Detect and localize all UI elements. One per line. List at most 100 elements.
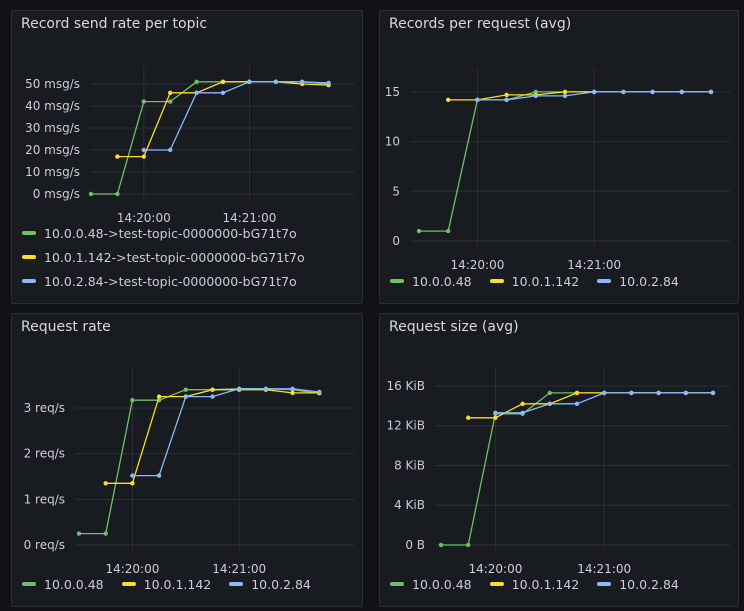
legend-swatch (22, 231, 36, 235)
data-point (247, 79, 252, 85)
data-point (466, 415, 471, 420)
data-point (416, 228, 422, 234)
y-tick-label: 0 B (405, 538, 425, 552)
y-tick-label: 40 msg/s (25, 99, 80, 113)
legend-item[interactable]: 10.0.2.84 (597, 274, 679, 289)
legend-swatch (22, 279, 36, 283)
legend-item[interactable]: 10.0.1.142 (121, 576, 212, 592)
data-point (263, 386, 269, 391)
legend-label: 10.0.0.48 (412, 273, 472, 289)
data-point (574, 401, 580, 407)
data-point (141, 147, 146, 153)
data-point (656, 390, 661, 396)
legend-label: 10.0.1.142->test-topic-0000000-bG71t7o (44, 249, 305, 265)
data-point (533, 93, 538, 99)
chart-request-size[interactable]: 0 B4 KiB8 KiB12 KiB16 KiB14:20:00 14:21:0… (380, 314, 740, 608)
data-point (168, 90, 173, 96)
data-point (290, 386, 295, 391)
data-point (210, 394, 215, 399)
y-tick-label: 10 msg/s (25, 165, 80, 179)
data-point (220, 79, 226, 85)
y-tick-label: 10 (385, 135, 400, 149)
series-line (91, 81, 329, 195)
legend-swatch (22, 582, 36, 586)
data-point (194, 90, 199, 96)
legend-item[interactable]: 10.0.0.48 (390, 577, 472, 592)
legend-item[interactable]: 10.0.0.48 (22, 577, 104, 592)
data-point (183, 387, 188, 392)
data-point (520, 410, 525, 415)
legend-item[interactable]: 10.0.2.84 (229, 577, 311, 592)
legend-swatch (229, 582, 244, 586)
data-point (547, 401, 552, 407)
data-point (88, 191, 94, 197)
legend-label: 10.0.0.48 (44, 576, 104, 592)
chart-request-rate[interactable]: 0 req/s1 req/s2 req/s3 req/s14:20:00 14:2… (12, 314, 364, 608)
data-point (273, 79, 278, 85)
legend-label: 10.0.0.48->test-topic-0000000-bG71t7o (44, 225, 297, 241)
legend-item[interactable]: 10.0.2.84->test-topic-0000000-bG71t7o (22, 269, 305, 293)
legend-swatch (22, 255, 36, 259)
y-tick-label: 0 msg/s (33, 187, 80, 201)
data-point (629, 390, 634, 396)
series-line (448, 91, 711, 101)
data-point (103, 481, 108, 486)
data-point (710, 390, 716, 396)
data-point (475, 97, 480, 103)
y-tick-label: 15 (385, 85, 400, 99)
panel-request-size: Request size (avg) 0 B4 KiB 8 KiB 12 KiB 16… (379, 313, 739, 607)
legend-swatch (597, 279, 612, 283)
data-point (683, 390, 688, 396)
panel-request-rate: Request rate 0 req/s 1 req/s 2 req/s 3 req/… (11, 313, 363, 607)
data-point (493, 415, 498, 420)
y-tick-label: 3 req/s (24, 401, 65, 415)
legend-item[interactable]: 10.0.1.142->test-topic-0000000-bG71t7o (22, 245, 305, 269)
y-tick-label: 30 msg/s (25, 121, 80, 135)
legend-swatch (390, 582, 404, 586)
legend-item[interactable]: 10.0.1.142 (489, 576, 580, 592)
legend-item[interactable]: 10.0.1.142 (489, 274, 579, 289)
y-tick-label: 0 req/s (24, 538, 65, 552)
data-point (156, 473, 162, 478)
data-point (446, 228, 451, 234)
legend-swatch (489, 279, 504, 283)
y-tick-label: 4 KiB (394, 498, 425, 512)
y-tick-label: 50 msg/s (25, 77, 80, 91)
data-point (679, 89, 684, 95)
series-line (105, 389, 320, 484)
series-line (419, 91, 711, 232)
panel-records-per-request: Records per request (avg) 0 5 10 15 14:20:00… (379, 10, 739, 304)
legend-label: 10.0.1.142 (143, 576, 212, 592)
y-tick-label: 2 req/s (24, 447, 65, 461)
y-tick-label: 12 KiB (386, 419, 425, 433)
legend-label: 10.0.1.142 (511, 576, 580, 592)
data-point (103, 531, 108, 536)
data-point (194, 79, 199, 85)
chart-records-per-request[interactable]: 05101514:20:00 14:21:00 (380, 11, 740, 305)
data-point (562, 89, 568, 95)
legend-item[interactable]: 10.0.2.84 (597, 577, 679, 592)
data-point (115, 191, 120, 197)
data-point (290, 390, 295, 396)
legend-item[interactable]: 10.0.0.48 (390, 274, 472, 289)
data-point (141, 154, 146, 159)
data-point (168, 99, 173, 104)
data-point (115, 154, 120, 159)
legend-swatch (121, 582, 136, 586)
legend: 10.0.0.48 10.0.1.142 10.0.2.84 (390, 269, 697, 293)
data-point (168, 147, 173, 153)
data-point (504, 92, 509, 98)
data-point (562, 93, 568, 99)
legend-item[interactable]: 10.0.0.48->test-topic-0000000-bG71t7o (22, 221, 305, 245)
legend-label: 10.0.2.84 (251, 576, 311, 592)
data-point (141, 99, 146, 104)
y-tick-label: 0 (392, 234, 400, 248)
legend-swatch (597, 582, 612, 586)
legend: 10.0.0.48 10.0.1.142 10.0.2.84 (390, 572, 697, 596)
data-point (300, 79, 305, 85)
legend-swatch (489, 582, 504, 586)
data-point (326, 80, 331, 86)
data-point (237, 386, 242, 391)
series-line (79, 388, 320, 535)
data-point (493, 410, 498, 415)
